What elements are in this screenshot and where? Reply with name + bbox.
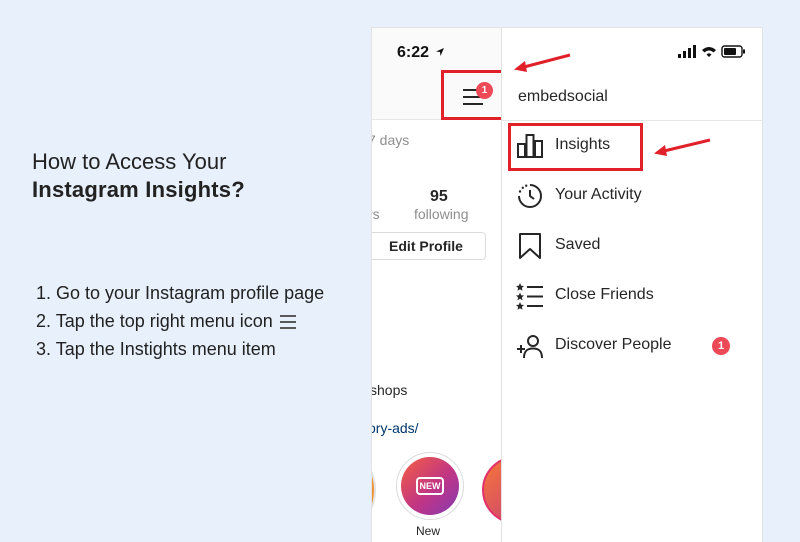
- status-icons: [678, 45, 745, 58]
- days-text: 7 days: [372, 132, 410, 148]
- wifi-icon: [702, 47, 716, 57]
- bar-chart-icon: [517, 134, 543, 158]
- step-3-text: 3. Tap the Instights menu item: [36, 339, 276, 359]
- menu-item-your-activity[interactable]: Your Activity: [502, 171, 762, 221]
- hamburger-menu-icon: [279, 315, 296, 330]
- story-highlight[interactable]: [482, 456, 501, 524]
- step-2: 2. Tap the top right menu icon: [36, 307, 324, 335]
- following-count: 95: [430, 188, 448, 205]
- menu-item-insights[interactable]: Insights: [502, 121, 762, 171]
- menu-item-label: Your Activity: [555, 186, 642, 203]
- new-highlight-circle: NEW: [401, 457, 459, 515]
- menu-username: embedsocial: [518, 88, 608, 105]
- notification-badge: 1: [476, 82, 493, 99]
- profile-page-background: 6:22 1 7 days 95 rs following Edit Profi…: [372, 28, 502, 542]
- menu-button[interactable]: 1: [441, 70, 501, 120]
- bio-text: shops: [372, 382, 408, 398]
- new-highlight-label: New: [416, 524, 441, 538]
- signal-icon: [678, 45, 696, 58]
- headline-line-1: How to Access Your: [32, 149, 227, 174]
- following-label[interactable]: following: [414, 206, 468, 222]
- status-time: 6:22: [397, 44, 430, 61]
- close-friends-list-icon: [516, 283, 543, 310]
- story-highlight[interactable]: [372, 458, 376, 522]
- step-1-text: 1. Go to your Instagram profile page: [36, 283, 325, 303]
- tutorial-headline: How to Access Your Instagram Insights?: [32, 148, 245, 204]
- menu-item-discover-people[interactable]: Discover People 1: [502, 321, 762, 371]
- new-highlight-button[interactable]: NEW: [396, 452, 464, 520]
- side-menu: embedsocial Insights Your Activity Saved…: [502, 28, 762, 542]
- menu-item-close-friends[interactable]: Close Friends: [502, 271, 762, 321]
- step-3: 3. Tap the Instights menu item: [36, 335, 324, 363]
- activity-clock-icon: [518, 184, 542, 208]
- location-arrow-icon: [436, 48, 444, 56]
- bio-link[interactable]: ory-ads/: [372, 420, 419, 436]
- add-person-icon: [517, 335, 543, 359]
- step-2-text: 2. Tap the top right menu icon: [36, 311, 273, 331]
- followers-label: rs: [372, 206, 380, 222]
- menu-item-saved[interactable]: Saved: [502, 221, 762, 271]
- annotation-arrow-icon: [514, 53, 571, 72]
- step-1: 1. Go to your Instagram profile page: [36, 279, 324, 307]
- menu-item-label: Discover People: [555, 336, 672, 353]
- battery-icon: [721, 45, 745, 58]
- annotation-arrow-icon: [654, 138, 711, 156]
- bookmark-icon: [519, 233, 541, 259]
- new-badge-icon: NEW: [416, 477, 444, 495]
- menu-item-label: Saved: [555, 236, 601, 253]
- tutorial-steps: 1. Go to your Instagram profile page 2. …: [36, 279, 324, 363]
- phone-screen: 6:22 1 7 days 95 rs following Edit Profi…: [372, 28, 762, 542]
- discover-people-badge: 1: [712, 337, 730, 355]
- edit-profile-button[interactable]: Edit Profile: [372, 232, 486, 260]
- menu-item-label: Insights: [555, 136, 611, 153]
- menu-item-label: Close Friends: [555, 286, 654, 303]
- headline-line-2: Instagram Insights?: [32, 177, 245, 202]
